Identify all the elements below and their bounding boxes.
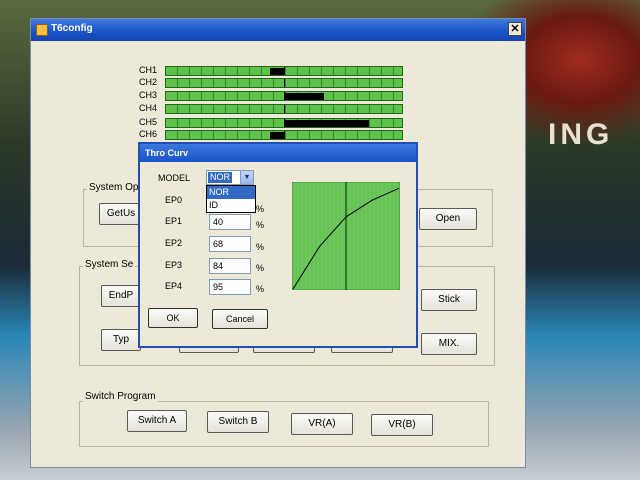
channel-fill — [284, 93, 324, 100]
model-option-id[interactable]: ID — [207, 199, 255, 212]
ep0-label: EP0 — [165, 195, 183, 205]
channel-bar — [165, 78, 403, 88]
ep2-label: EP2 — [165, 238, 183, 248]
switch-b-button[interactable]: Switch B — [207, 411, 269, 433]
channel-label: CH2 — [139, 77, 158, 87]
ok-button[interactable]: OK — [148, 308, 198, 328]
channel-center-mark — [284, 105, 285, 113]
endpoint-button[interactable]: EndP — [101, 285, 141, 307]
window-title: T6config — [51, 23, 93, 34]
vr-a-button[interactable]: VR(A) — [291, 413, 353, 435]
channel-center-mark — [284, 131, 285, 139]
ep3-label: EP3 — [165, 260, 183, 270]
stick-button[interactable]: Stick — [421, 289, 477, 311]
channel-label: CH1 — [139, 65, 158, 75]
switch-a-button[interactable]: Switch A — [127, 410, 187, 432]
model-select[interactable]: NOR ▼ — [206, 170, 254, 185]
get-user-button[interactable]: GetUs — [99, 203, 143, 225]
app-icon — [36, 24, 48, 36]
switch-program-label: Switch Program — [83, 391, 158, 402]
background-text: ING — [548, 118, 614, 151]
channel-bar — [165, 66, 403, 76]
system-setting-label: System Se — [83, 259, 136, 270]
model-label: MODEL — [158, 173, 191, 183]
type-button[interactable]: Typ — [101, 329, 141, 351]
channel-center-mark — [284, 79, 285, 87]
channel-label: CH6 — [139, 129, 158, 139]
ep1-label: EP1 — [165, 216, 183, 226]
dialog-title: Thro Curv — [140, 144, 416, 162]
channel-bar — [165, 118, 403, 128]
channel-bar — [165, 130, 403, 140]
ep3-input[interactable]: 84 — [209, 258, 251, 274]
channel-center-mark — [284, 67, 285, 75]
channel-fill — [270, 132, 284, 139]
system-operation-label: System Op — [87, 182, 141, 193]
model-option-nor[interactable]: NOR — [207, 186, 255, 199]
channel-label: CH4 — [139, 103, 158, 113]
model-dropdown-list: NOR ID — [206, 185, 256, 213]
model-select-value: NOR — [208, 172, 232, 183]
channel-fill — [284, 120, 369, 127]
open-button[interactable]: Open — [419, 208, 477, 230]
channel-fill — [270, 68, 284, 75]
ep2-input[interactable]: 68 — [209, 236, 251, 252]
mix-button[interactable]: MIX. — [421, 333, 477, 355]
cancel-button[interactable]: Cancel — [212, 309, 268, 329]
ep3-percent: % — [256, 263, 265, 273]
throttle-curve-dialog: Thro Curv MODEL NOR ▼ NOR ID EP0 EP1 EP2… — [138, 142, 418, 348]
channel-label: CH3 — [139, 90, 158, 100]
ep4-percent: % — [256, 284, 265, 294]
channel-label: CH5 — [139, 117, 158, 127]
ep4-label: EP4 — [165, 281, 183, 291]
throttle-curve-graph — [292, 182, 400, 290]
ep1-input[interactable]: 40 — [209, 214, 251, 230]
channel-bar — [165, 104, 403, 114]
channel-bar — [165, 91, 403, 101]
ep2-percent: % — [256, 242, 265, 252]
vr-b-button[interactable]: VR(B) — [371, 414, 433, 436]
window-titlebar: T6config ✕ — [31, 19, 525, 41]
ep0-percent: % — [256, 204, 265, 214]
ep1-percent: % — [256, 220, 265, 230]
ep4-input[interactable]: 95 — [209, 279, 251, 295]
close-icon[interactable]: ✕ — [508, 22, 522, 36]
chevron-down-icon[interactable]: ▼ — [240, 171, 253, 184]
